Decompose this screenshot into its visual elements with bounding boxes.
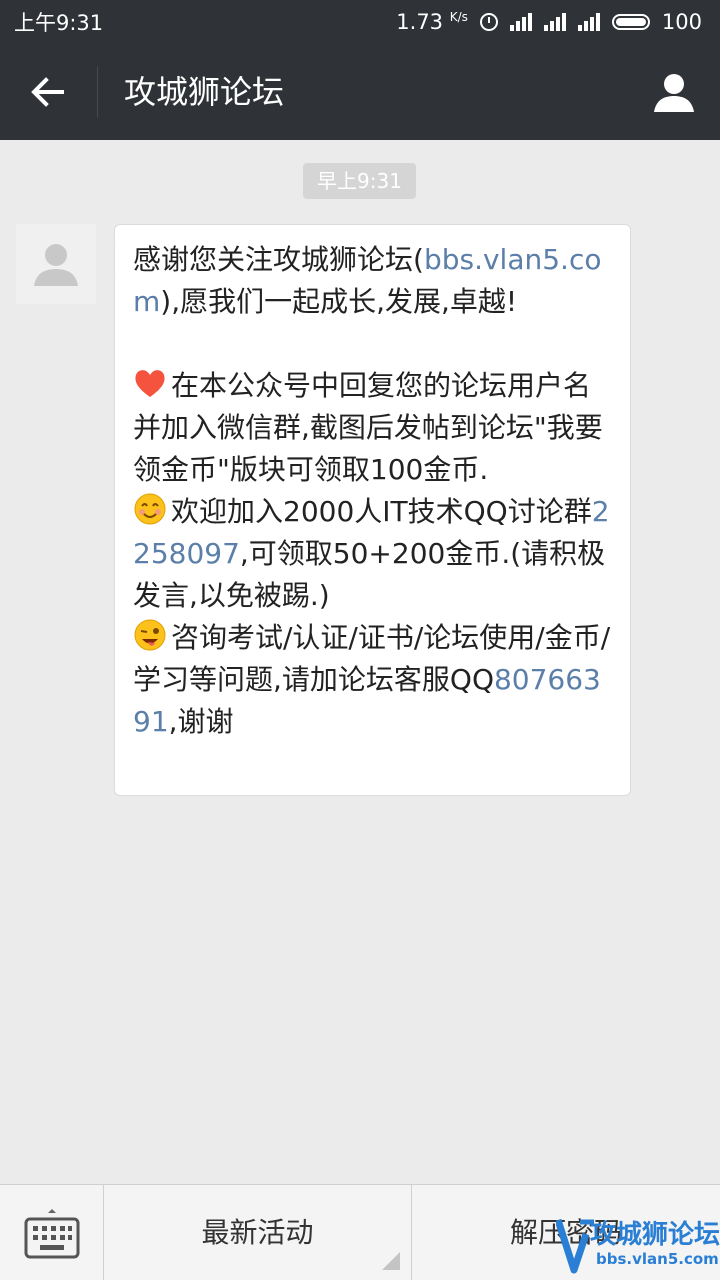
signal-4g-icon: [543, 13, 566, 31]
person-icon: [654, 74, 694, 112]
status-bar: 上午9:31 1.73 K/s 100: [0, 0, 720, 44]
heart-icon: [135, 370, 165, 397]
arrow-left-icon: [31, 77, 64, 107]
watermark-title: 攻城狮论坛: [590, 1220, 720, 1250]
sender-avatar[interactable]: [16, 224, 96, 304]
message-timestamp: 早上9:31: [303, 163, 416, 199]
back-button[interactable]: [20, 64, 76, 120]
profile-button[interactable]: [648, 66, 700, 118]
battery-icon: [611, 14, 650, 30]
menu-latest-activities[interactable]: 最新活动: [104, 1185, 411, 1280]
signal-icon: [577, 13, 600, 31]
message-intro: 感谢您关注攻城狮论坛(bbs.vlan5.com),愿我们一起成长,发展,卓越!: [133, 243, 602, 318]
wink-emoji-icon: [134, 619, 166, 651]
submenu-indicator-icon: [382, 1252, 400, 1270]
title-bar: 攻城狮论坛: [0, 44, 720, 140]
battery-level: 100: [661, 10, 702, 34]
title-divider: [97, 66, 98, 118]
default-avatar-icon: [34, 244, 78, 286]
keyboard-icon: [24, 1208, 79, 1258]
site-watermark: 攻城狮论坛 bbs.vlan5.com: [556, 1212, 720, 1278]
wifi-icon: [509, 13, 532, 31]
message-line-2: 欢迎加入2000人IT技术QQ讨论群2258097,可领取50+200金币.(请…: [133, 491, 614, 617]
message-line-3: 咨询考试/认证/证书/论坛使用/金币/学习等问题,请加论坛客服QQ8076639…: [133, 617, 614, 743]
message-line-1: 在本公众号中回复您的论坛用户名并加入微信群,截图后发帖到论坛"我要领金币"版块可…: [133, 365, 614, 491]
alarm-icon: [479, 13, 498, 31]
status-time: 上午9:31: [14, 11, 104, 35]
smile-emoji-icon: [134, 493, 166, 525]
watermark-url: bbs.vlan5.com: [596, 1250, 719, 1268]
keyboard-toggle-button[interactable]: [0, 1185, 103, 1280]
message-bubble[interactable]: 感谢您关注攻城狮论坛(bbs.vlan5.com),愿我们一起成长,发展,卓越!…: [114, 224, 631, 796]
status-icons: 1.73 K/s 100: [396, 10, 702, 34]
network-speed: 1.73 K/s: [396, 10, 468, 34]
page-title: 攻城狮论坛: [124, 73, 285, 111]
